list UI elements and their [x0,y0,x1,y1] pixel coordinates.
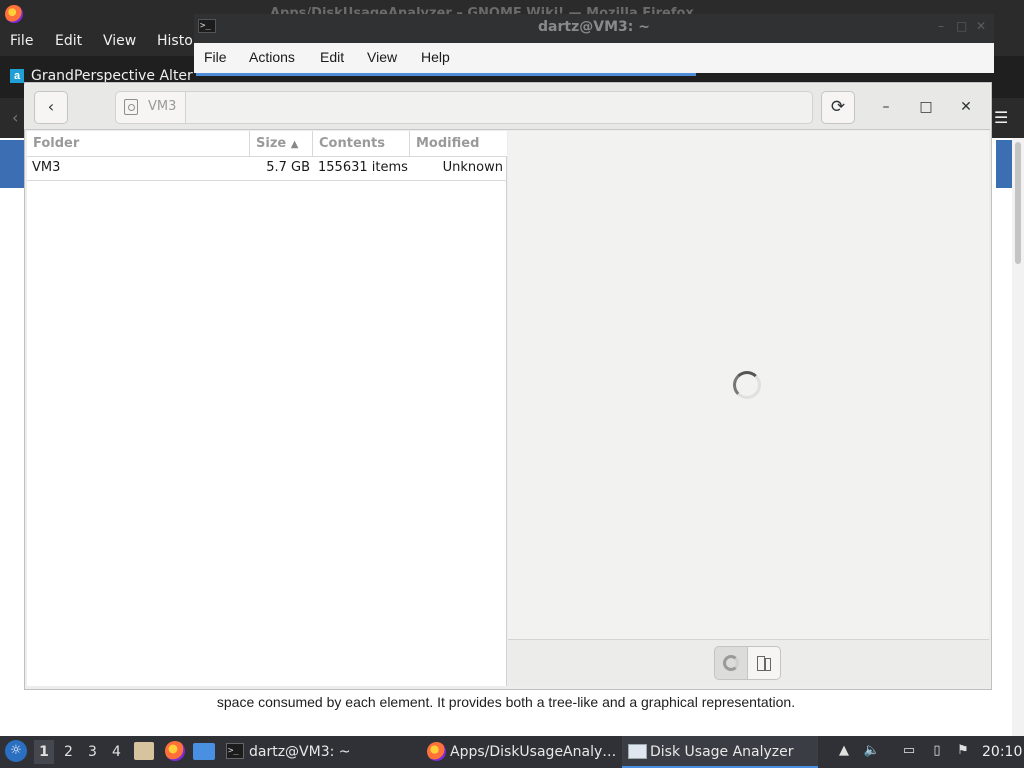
terminal-menu-actions[interactable]: Actions [249,49,295,65]
tab-favicon-icon: a [10,69,24,83]
terminal-menu-file[interactable]: File [204,49,227,65]
column-header-size[interactable]: Size ▲ [250,131,313,157]
minimize-button[interactable]: – [876,97,896,117]
task-firefox[interactable]: Apps/DiskUsageAnaly… [450,736,616,768]
path-bar [115,91,813,124]
terminal-menu-edit[interactable]: Edit [320,49,344,65]
firefox-menu-file[interactable]: File [10,33,33,49]
task-terminal-icon: >_ [226,743,244,759]
tray-updates-icon[interactable]: ▲ [835,742,853,760]
column-header-folder[interactable]: Folder [27,131,250,157]
terminal-window-title: dartz@VM3: ~ [538,19,650,35]
close-button[interactable]: ✕ [956,97,976,117]
file-manager-launcher-icon[interactable] [134,742,154,760]
page-header-band [0,140,24,188]
row-size: 5.7 GB [266,160,310,175]
firefox-logo-icon [5,5,23,23]
row-contents: 155631 items [318,160,408,175]
clock[interactable]: 20:10 [982,744,1022,760]
drive-icon [124,99,138,115]
folder-tree-view[interactable] [27,131,507,686]
page-header-band-right [996,140,1012,188]
page-body-text: space consumed by each element. It provi… [216,694,796,710]
volume-icon[interactable]: 🔈 [863,742,881,760]
firefox-menu-history[interactable]: Histo [157,33,193,49]
workspace-1[interactable]: 1 [34,740,54,764]
row-folder-name[interactable]: VM3 [32,160,60,175]
notification-icon[interactable]: ⚑ [954,742,972,760]
terminal-close-icon[interactable]: ✕ [976,19,986,33]
workspace-2[interactable]: 2 [64,744,73,760]
firefox-scrollbar-thumb[interactable] [1015,142,1021,264]
terminal-menu-view[interactable]: View [367,49,397,65]
maximize-button[interactable]: □ [916,97,936,117]
rings-chart-icon [723,655,739,671]
clipboard-icon[interactable]: ▯ [928,742,946,760]
task-firefox-icon [427,742,446,761]
task-disk-usage-icon [628,744,647,759]
column-header-contents[interactable]: Contents [313,131,410,157]
firefox-menu-edit[interactable]: Edit [55,33,82,49]
sort-ascending-icon: ▲ [290,139,299,150]
disk-usage-launcher-icon[interactable] [193,743,215,760]
terminal-maximize-icon[interactable]: □ [956,19,967,33]
start-menu-icon[interactable]: ☼ [5,740,27,762]
firefox-launcher-icon[interactable] [165,741,185,761]
column-header-modified[interactable]: Modified [410,131,507,157]
row-modified: Unknown [442,160,503,175]
firefox-menu-view[interactable]: View [103,33,136,49]
firefox-menu-icon[interactable]: ☰ [994,108,1008,127]
network-icon[interactable]: ▭ [900,742,918,760]
column-header-size-label: Size [256,136,287,151]
row-divider [27,180,507,181]
refresh-button[interactable]: ⟳ [821,91,855,124]
terminal-tab-indicator [196,73,696,76]
back-button[interactable]: ‹ [34,91,68,124]
terminal-menu-help[interactable]: Help [421,49,450,65]
path-button-label: VM3 [148,99,177,114]
firefox-back-icon[interactable]: ‹ [12,108,18,127]
treemap-chart-icon [757,656,771,671]
task-disk-usage[interactable]: Disk Usage Analyzer [650,736,794,768]
terminal-menubar [194,43,994,73]
loading-spinner-icon [733,371,761,399]
terminal-minimize-icon[interactable]: – [938,19,944,33]
workspace-4[interactable]: 4 [112,744,121,760]
workspace-3[interactable]: 3 [88,744,97,760]
task-terminal[interactable]: dartz@VM3: ~ [249,736,351,768]
